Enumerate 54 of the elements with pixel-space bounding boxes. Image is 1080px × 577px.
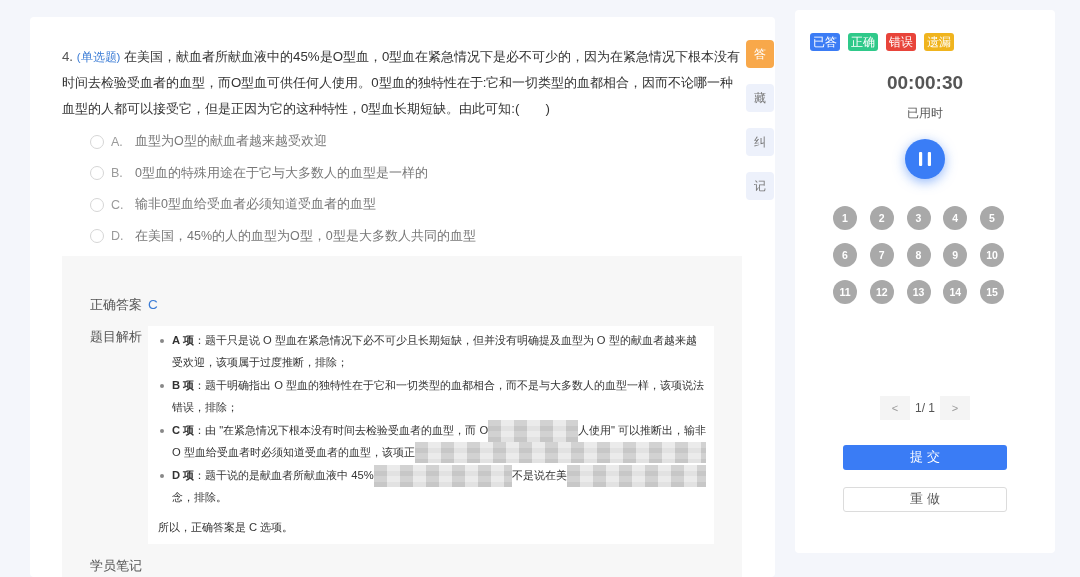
bullet-icon — [160, 429, 164, 433]
side-tab[interactable]: 藏 — [746, 84, 774, 112]
analysis-text: O 型血给受血者时必须知道受血者的血型，该项正 — [172, 444, 415, 460]
side-tab[interactable]: 记 — [746, 172, 774, 200]
side-tab[interactable]: 答 — [746, 40, 774, 68]
next-page-button[interactable]: > — [940, 396, 970, 420]
answer-label: 正确答案 — [90, 297, 143, 314]
legend-tag: 错误 — [886, 33, 916, 51]
question-number-button[interactable]: 3 — [906, 206, 931, 230]
analysis-text: D 项：题干说的是献血者所献血液中 45% — [172, 468, 374, 483]
question-number-button[interactable]: 11 — [833, 280, 857, 304]
pause-button[interactable] — [905, 139, 945, 179]
question-number-button[interactable]: 10 — [980, 243, 1004, 267]
legend-tag: 已答 — [810, 33, 840, 51]
page-indicator: 1/ 1 — [915, 401, 935, 415]
elapsed-time: 00:00:30 — [886, 71, 964, 95]
bullet-icon — [160, 474, 164, 478]
analysis-text: 念，排除。 — [172, 489, 227, 505]
answer-option[interactable]: B. 0型血的特殊用途在于它与大多数人的血型是一样的 — [62, 157, 742, 189]
analysis-label: 题目解析 — [90, 329, 143, 346]
answer-value: C — [148, 296, 158, 314]
question-number-button[interactable]: 1 — [833, 206, 857, 230]
question-text: 4. (单选题) 在美国，献血者所献血液中的45%是O型血，0型血在紧急情况下是必不可少的，因为在紧急情况下根本没有时间去检验受血者的血型，而O型血可供任何人使用。0型血的独特性在于:它和一切类型的血都相合，因而不论哪一种血型的人都可以接受它，但是正因为它的这种特性，0型血长期短缺。由此可知:( ) — [62, 48, 742, 118]
redo-button[interactable]: 重 做 — [843, 487, 1007, 512]
answer-option[interactable]: C. 输非0型血给受血者必须知道受血者的血型 — [62, 189, 742, 221]
previous-page-button[interactable]: < — [880, 396, 910, 420]
question-number-button[interactable]: 8 — [906, 243, 931, 267]
answer-option[interactable]: D. 在美国，45%的人的血型为O型，0型是大多数人共同的血型 — [62, 220, 742, 252]
pause-icon — [919, 152, 931, 166]
notes-heading: 学员笔记 — [90, 558, 142, 574]
question-number-button[interactable]: 5 — [980, 206, 1004, 230]
legend-tag: 正确 — [848, 33, 878, 51]
question-number-button[interactable]: 14 — [943, 280, 968, 304]
analysis-conclusion: 所以，正确答案是 C 选项。 — [158, 520, 295, 535]
question-number-button[interactable]: 4 — [943, 206, 968, 230]
question-number-button[interactable]: 12 — [869, 280, 894, 304]
question-number-button[interactable]: 9 — [943, 243, 968, 267]
side-tab[interactable]: 纠 — [746, 128, 774, 156]
analysis-text: A 项：题干只是说 O 型血在紧急情况下必不可少且长期短缺，但并没有明确提及血型为 O 型的献血者越来越受欢迎，该项属于过度推断，排除； — [172, 334, 697, 368]
question-number-button[interactable]: 6 — [833, 243, 857, 267]
analysis-text: 人使用" 可以推断出，输非 — [577, 423, 706, 438]
analysis-text: C 项：由 "在紧急情况下根本没有时间去检验受血者的血型，而 O — [172, 423, 489, 438]
question-number-button[interactable]: 7 — [869, 243, 894, 267]
question-number-button[interactable]: 2 — [869, 206, 894, 230]
bullet-icon — [160, 384, 164, 388]
elapsed-time-label: 已用时 — [907, 105, 943, 122]
analysis-text: B 项：题干明确指出 O 型血的独特性在于它和一切类型的血都相合，而不是与大多数人的血型一样，该项说法错误，排除； — [172, 379, 705, 413]
submit-button[interactable]: 提 交 — [843, 445, 1007, 470]
question-number-button[interactable]: 15 — [980, 280, 1004, 304]
analysis-text: 不是说在美 — [512, 468, 568, 483]
legend-tag: 遗漏 — [924, 33, 954, 51]
question-number-button[interactable]: 13 — [906, 280, 931, 304]
bullet-icon — [160, 339, 164, 343]
answer-option[interactable]: A. 血型为O型的献血者越来越受欢迎 — [62, 126, 742, 158]
